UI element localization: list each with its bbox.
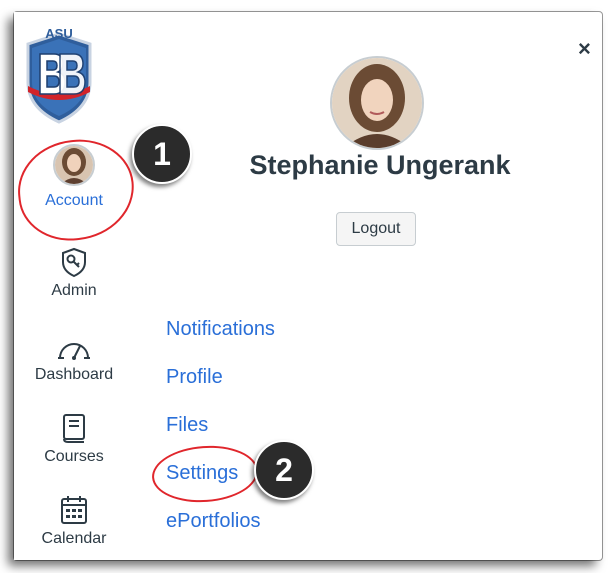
- book-icon: [63, 414, 85, 443]
- nav-item-dashboard[interactable]: Dashboard: [14, 334, 134, 384]
- person-avatar-icon: [332, 58, 422, 148]
- nav-label-admin: Admin: [51, 282, 97, 299]
- nav-label-calendar: Calendar: [41, 530, 107, 547]
- shield-key-icon: [62, 247, 86, 278]
- nav-item-courses[interactable]: Courses: [14, 412, 134, 466]
- close-tray-button[interactable]: ×: [578, 38, 591, 60]
- user-name: Stephanie Ungerank: [249, 150, 511, 180]
- link-eportfolios[interactable]: ePortfolios: [166, 510, 261, 533]
- logout-button[interactable]: Logout: [336, 212, 416, 246]
- calendar-icon: [61, 496, 87, 524]
- step-badge-2: 2: [254, 440, 314, 500]
- speedometer-icon: [58, 343, 90, 360]
- profile-avatar: [330, 56, 424, 150]
- link-files[interactable]: Files: [166, 414, 208, 437]
- link-notifications[interactable]: Notifications: [166, 318, 275, 341]
- logo-text: ASU: [45, 26, 72, 41]
- link-profile[interactable]: Profile: [166, 366, 223, 389]
- asu-logo[interactable]: ASU: [22, 26, 96, 124]
- nav-item-admin[interactable]: Admin: [14, 246, 134, 300]
- nav-label-courses: Courses: [44, 448, 104, 465]
- nav-item-calendar[interactable]: Calendar: [14, 494, 134, 548]
- nav-label-dashboard: Dashboard: [34, 366, 114, 383]
